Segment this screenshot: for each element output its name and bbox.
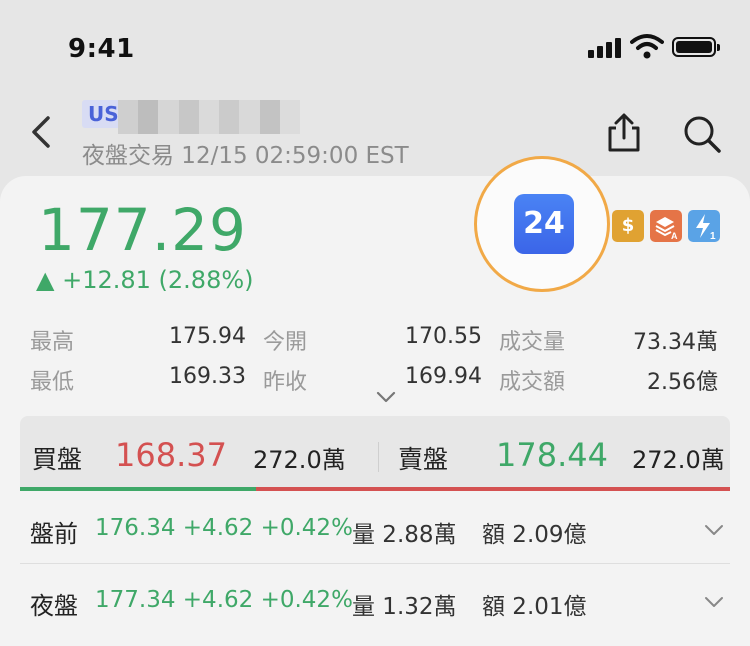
- session-quote-premarket: 176.34 +4.62 +0.42%: [95, 515, 353, 541]
- session-quote-overnight: 177.34 +4.62 +0.42%: [95, 587, 353, 613]
- layers-a-icon[interactable]: A: [650, 210, 682, 242]
- bid-price: 168.37: [115, 436, 227, 474]
- row-divider: [20, 563, 730, 564]
- stat-label-open: 今開: [263, 330, 308, 355]
- stat-value-prev-close: 169.94: [405, 364, 482, 389]
- session-volume-premarket: 量 2.88萬: [352, 522, 457, 548]
- search-icon[interactable]: [682, 114, 722, 154]
- ask-volume: 272.0萬: [632, 446, 725, 474]
- stat-value-open: 170.55: [405, 324, 482, 349]
- 24h-trading-badge[interactable]: 24: [514, 194, 574, 254]
- last-price: 177.29: [38, 196, 247, 264]
- flash-1-icon[interactable]: 1: [688, 210, 720, 242]
- stat-label-prev-close: 昨收: [263, 370, 308, 395]
- session-subtitle: 夜盤交易 12/15 02:59:00 EST: [82, 143, 409, 169]
- stat-value-high: 175.94: [169, 324, 246, 349]
- stat-label-high: 最高: [30, 330, 75, 355]
- expand-stats-chevron-icon[interactable]: [375, 390, 397, 404]
- svg-text:1: 1: [710, 231, 716, 242]
- bid-ask-divider: [378, 442, 379, 472]
- stat-value-low: 169.33: [169, 364, 246, 389]
- bid-label: 買盤: [32, 445, 83, 474]
- stat-label-turnover: 成交額: [499, 370, 566, 395]
- expand-overnight-chevron-icon[interactable]: [704, 596, 724, 608]
- stat-value-volume: 73.34萬: [633, 330, 718, 355]
- stat-label-low: 最低: [30, 370, 75, 395]
- wifi-icon: [630, 34, 664, 59]
- session-label-overnight: 夜盤: [30, 592, 78, 620]
- share-icon[interactable]: [604, 112, 644, 154]
- session-amount-overnight: 額 2.01億: [482, 594, 587, 620]
- status-time: 9:41: [68, 34, 135, 64]
- session-amount-premarket: 額 2.09億: [482, 522, 587, 548]
- svg-text:A: A: [671, 231, 678, 241]
- price-change: ▲ +12.81 (2.88%): [36, 266, 254, 294]
- session-volume-overnight: 量 1.32萬: [352, 594, 457, 620]
- bid-ratio-bar: [20, 487, 256, 491]
- bid-volume: 272.0萬: [253, 446, 346, 474]
- dollar-icon[interactable]: $: [612, 210, 644, 242]
- ask-price: 178.44: [496, 436, 608, 474]
- stat-value-turnover: 2.56億: [647, 370, 718, 395]
- expand-premarket-chevron-icon[interactable]: [704, 524, 724, 536]
- stat-label-volume: 成交量: [499, 330, 566, 355]
- ask-label: 賣盤: [398, 445, 449, 474]
- session-label-premarket: 盤前: [30, 520, 78, 548]
- cellular-signal-icon: [588, 36, 622, 58]
- battery-icon: [672, 37, 720, 57]
- back-arrow-icon[interactable]: [28, 112, 58, 152]
- ask-ratio-bar: [256, 487, 730, 491]
- stock-name-pixelated: [118, 100, 300, 134]
